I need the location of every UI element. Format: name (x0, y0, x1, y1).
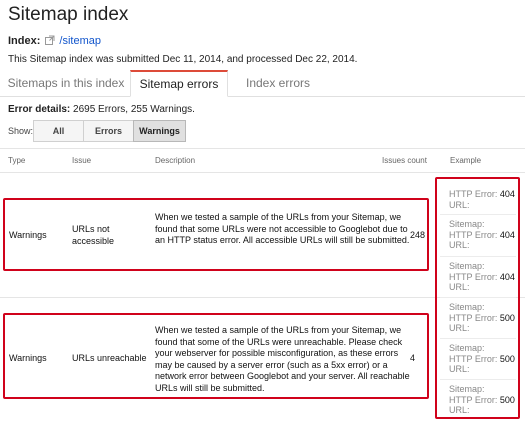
example-entry: Sitemap: HTTP Error: 500 URL: (449, 343, 515, 375)
example-sitemap-label: Sitemap: (449, 261, 485, 271)
row-issues-count: 248 (410, 230, 426, 240)
divider (440, 214, 516, 215)
error-details-value: 2695 Errors, 255 Warnings. (73, 104, 195, 115)
error-details-label: Error details: (8, 104, 71, 115)
error-details: Error details: 2695 Errors, 255 Warnings… (8, 104, 195, 115)
example-entry: Sitemap: HTTP Error: 404 URL: (449, 219, 515, 251)
example-error-label: HTTP Error: (449, 229, 498, 240)
example-error-code: 500 (499, 353, 515, 364)
tab-bar: Sitemaps in this index Sitemap errors In… (0, 70, 525, 97)
example-error-label: HTTP Error: (449, 271, 498, 282)
row-type: Warnings (9, 230, 47, 240)
example-sitemap-label: Sitemap: (449, 343, 485, 353)
index-link[interactable]: /sitemap (59, 35, 101, 47)
tab-sitemaps-in-index[interactable]: Sitemaps in this index (2, 70, 130, 96)
divider (0, 172, 525, 173)
example-error-label: HTTP Error: (449, 312, 498, 323)
show-label: Show: (8, 126, 34, 136)
filter-errors-button[interactable]: Errors (83, 120, 134, 142)
example-sitemap-label: Sitemap: (449, 219, 485, 229)
example-error-code: 404 (499, 189, 515, 199)
example-error-code: 404 (499, 271, 515, 282)
page-title: Sitemap index (8, 4, 129, 25)
example-url-label: URL: (449, 199, 470, 210)
row-type: Warnings (9, 353, 47, 363)
index-line: Index: /sitemap (8, 35, 101, 47)
index-label: Index: (8, 35, 41, 47)
example-error-code: 500 (499, 312, 515, 323)
filter-all-button[interactable]: All (33, 120, 84, 142)
divider (440, 256, 516, 257)
tab-index-errors[interactable]: Index errors (228, 70, 328, 96)
example-url-label: URL: (449, 240, 470, 250)
filter-warnings-button[interactable]: Warnings (133, 120, 186, 142)
divider (0, 148, 525, 149)
row-issue: URLs not accessible (72, 224, 115, 246)
header-issue: Issue (72, 156, 92, 165)
tab-sitemap-errors[interactable]: Sitemap errors (130, 70, 228, 97)
divider (440, 379, 516, 380)
header-type: Type (8, 156, 26, 165)
example-entry: Sitemap: HTTP Error: 404 URL: (449, 261, 515, 293)
example-sitemap-label: Sitemap: (449, 384, 485, 394)
example-error-label: HTTP Error: (449, 353, 498, 364)
external-link-icon (45, 35, 55, 45)
example-entry: Sitemap: HTTP Error: 500 URL: (449, 302, 515, 334)
example-error-code: 500 (499, 394, 515, 405)
row-description: When we tested a sample of the URLs from… (155, 212, 410, 245)
example-url-label: URL: (449, 364, 470, 374)
example-error-code: 404 (499, 229, 515, 240)
divider (440, 297, 516, 298)
header-issues-count: Issues count (382, 156, 427, 165)
example-sitemap-label: Sitemap: (449, 302, 485, 312)
row-issues-count: 4 (410, 353, 416, 363)
header-example: Example (450, 156, 482, 165)
example-entry: HTTP Error: 404 URL: (449, 189, 515, 210)
row-description: When we tested a sample of the URLs from… (155, 325, 410, 393)
example-error-label: HTTP Error: (449, 394, 498, 405)
header-description: Description (155, 156, 196, 165)
example-url-label: URL: (449, 282, 470, 292)
divider (440, 338, 516, 339)
example-error-label: HTTP Error: (449, 189, 498, 199)
example-url-label: URL: (449, 323, 470, 333)
example-entry: Sitemap: HTTP Error: 500 URL: (449, 384, 515, 416)
example-url-label: URL: (449, 405, 470, 415)
submitted-text: This Sitemap index was submitted Dec 11,… (8, 54, 358, 65)
row-issue: URLs unreachable (72, 353, 147, 363)
